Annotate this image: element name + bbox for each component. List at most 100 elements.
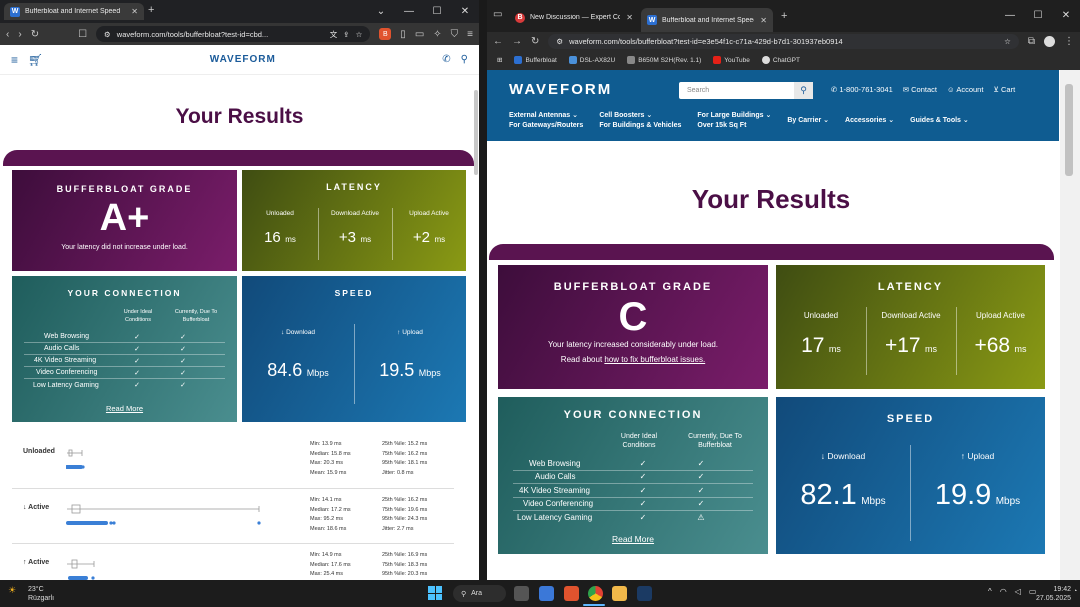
read-more-link[interactable]: Read More — [498, 534, 768, 544]
reload-icon[interactable]: ↻ — [31, 29, 39, 40]
address-bar[interactable]: ⚙ waveform.com/tools/bufferbloat?test-id… — [548, 33, 1019, 49]
start-icon[interactable] — [428, 586, 442, 600]
phone-icon[interactable]: ✆ — [442, 54, 450, 65]
apps-icon[interactable]: ⊞ — [497, 56, 502, 64]
left-tab-bufferbloat[interactable]: W Bufferbloat and Internet Speed ✕ — [4, 3, 144, 20]
cart-link[interactable]: ⊻ Cart — [993, 85, 1015, 94]
star-icon[interactable]: ☆ — [1004, 37, 1011, 46]
back-icon[interactable]: ← — [493, 36, 503, 47]
search-label: Ara — [471, 590, 483, 597]
menu-guides-tools[interactable]: Guides & Tools ⌄ — [910, 111, 969, 131]
sidebar-icon[interactable]: ▯ — [400, 29, 406, 40]
download-label: ↓ Download — [820, 451, 866, 461]
reload-icon[interactable]: ↻ — [531, 36, 539, 47]
bookmark-item[interactable]: DSL-AX82U — [568, 56, 615, 64]
extensions-icon[interactable]: ⧉ — [1028, 36, 1035, 47]
bookmark-item[interactable]: B650M S2H(Rev. 1.1) — [627, 56, 701, 64]
tab-search-icon[interactable]: ⌄ — [367, 0, 395, 23]
read-more-link[interactable]: Read More — [12, 404, 237, 413]
phone-label: 1-800-761-3041 — [839, 85, 893, 94]
weather-temp: 23°C — [28, 586, 44, 593]
menu-large-buildings[interactable]: For Large Buildings ⌄ Over 15k Sq Ft — [697, 111, 771, 131]
star-icon[interactable]: ☆ — [356, 30, 363, 39]
file-explorer-icon[interactable] — [612, 586, 627, 601]
steam-icon[interactable] — [637, 586, 652, 601]
search-box[interactable]: ⚲ Ara — [453, 585, 506, 602]
bookmark-icon[interactable]: ☐ — [78, 29, 87, 40]
wallet-icon[interactable]: ▭ — [415, 29, 424, 40]
weather-icon[interactable]: ☀ — [8, 585, 16, 596]
chrome-browser-icon[interactable] — [588, 586, 603, 601]
more-icon[interactable]: ⋮ — [1064, 36, 1074, 47]
right-scrollbar-thumb[interactable] — [1065, 84, 1073, 176]
fix-bufferbloat-link[interactable]: how to fix bufferbloat issues. — [604, 355, 705, 364]
stat-text: 75th %ile: 18.3 ms — [382, 561, 428, 568]
vpn-icon[interactable]: ⛉ — [451, 29, 459, 40]
leo-ai-icon[interactable]: ✧ — [433, 29, 441, 40]
close-tab-icon[interactable]: ✕ — [125, 7, 138, 16]
site-logo[interactable]: WAVEFORM — [210, 54, 276, 65]
bookmark-item[interactable]: ChatGPT — [761, 56, 800, 64]
account-link[interactable]: ☺ Account — [947, 85, 983, 94]
connection-row: 4K Video Streaming ✓ ✓ — [513, 484, 753, 498]
maximize-icon[interactable]: ☐ — [1024, 4, 1052, 27]
tab-list-icon[interactable]: ▭ — [493, 9, 502, 20]
profile-avatar[interactable] — [1044, 35, 1055, 47]
mail-icon: ✉ — [902, 85, 912, 94]
close-window-icon[interactable]: ✕ — [451, 0, 479, 23]
tab-new-discussion[interactable]: B New Discussion — Expert Comm ✕ — [509, 8, 639, 27]
close-tab-icon[interactable]: ✕ — [620, 13, 633, 22]
bookmark-item[interactable]: Bufferbloat — [514, 56, 557, 64]
notification-bell-icon[interactable]: ◔ — [1073, 588, 1077, 595]
menu-by-carrier[interactable]: By Carrier ⌄ — [787, 111, 829, 131]
photos-icon[interactable] — [539, 586, 554, 601]
search-input[interactable]: Search ⚲ — [679, 82, 813, 99]
left-scrollbar[interactable] — [474, 90, 478, 175]
site-info-icon[interactable]: ⚙ — [104, 30, 111, 39]
check-icon: ✓ — [639, 472, 647, 482]
share-icon[interactable]: ⇪ — [343, 30, 349, 39]
row-name: Audio Calls — [535, 472, 576, 482]
weather-widget[interactable]: 23°C Rüzgarlı — [28, 585, 54, 603]
phone-link[interactable]: ✆ 1-800-761-3041 — [831, 85, 893, 94]
search-icon[interactable]: ⚲ — [461, 54, 468, 65]
close-tab-icon[interactable]: ✕ — [754, 16, 767, 25]
menu-label: For Large Buildings — [697, 112, 764, 119]
menu-icon[interactable]: ≡ — [467, 29, 473, 40]
check-icon: ✓ — [180, 382, 186, 389]
address-bar[interactable]: ⚙ waveform.com/tools/bufferbloat?test-id… — [96, 26, 371, 42]
menu-external-antennas[interactable]: External Antennas ⌄ For Gateways/Routers — [509, 111, 583, 131]
menu-accessories[interactable]: Accessories ⌄ — [845, 111, 894, 131]
chevron-down-icon: ⌄ — [962, 117, 969, 124]
forward-icon[interactable]: › — [18, 29, 21, 40]
wifi-icon[interactable]: ◠ — [1000, 587, 1007, 596]
tab-bufferbloat[interactable]: W Bufferbloat and Internet Speed ✕ — [641, 8, 773, 32]
new-tab-icon[interactable]: + — [148, 4, 154, 16]
latency-unit: ms — [828, 344, 841, 354]
translate-icon[interactable]: 文 — [330, 29, 338, 40]
bookmark-item[interactable]: YouTube — [713, 56, 750, 64]
col-ideal-header: Under Ideal Conditions — [620, 433, 658, 449]
contact-link[interactable]: ✉ Contact — [903, 85, 937, 94]
minimize-icon[interactable]: — — [996, 4, 1024, 27]
site-logo[interactable]: WAVEFORM — [509, 81, 612, 98]
minimize-icon[interactable]: — — [395, 0, 423, 23]
site-info-icon[interactable]: ⚙ — [556, 37, 563, 46]
chevron-up-icon[interactable]: ^ — [988, 587, 992, 596]
menu-cell-boosters[interactable]: Cell Boosters ⌄ For Buildings & Vehicles — [599, 111, 681, 131]
volume-icon[interactable]: ◁ — [1015, 587, 1021, 596]
col-ideal-header: Under Ideal Conditions — [123, 309, 153, 323]
new-tab-icon[interactable]: + — [781, 10, 787, 22]
task-view-icon[interactable] — [514, 586, 529, 601]
maximize-icon[interactable]: ☐ — [423, 0, 451, 23]
search-icon[interactable]: ⚲ — [794, 82, 813, 99]
hamburger-menu-icon[interactable]: ≡ — [11, 53, 18, 67]
back-icon[interactable]: ‹ — [6, 29, 9, 40]
brave-browser-icon[interactable] — [564, 586, 579, 601]
close-window-icon[interactable]: ✕ — [1052, 4, 1080, 27]
cart-icon[interactable]: 🛒︎ — [28, 53, 43, 67]
upload-active-stats-left: Min: 14.9 ms Median: 17.6 ms Max: 25.4 m… — [310, 551, 351, 580]
clock[interactable]: 19:42 27.05.2025 — [1036, 585, 1071, 603]
brave-shields-icon[interactable]: B — [379, 28, 392, 40]
forward-icon[interactable]: → — [512, 36, 522, 47]
